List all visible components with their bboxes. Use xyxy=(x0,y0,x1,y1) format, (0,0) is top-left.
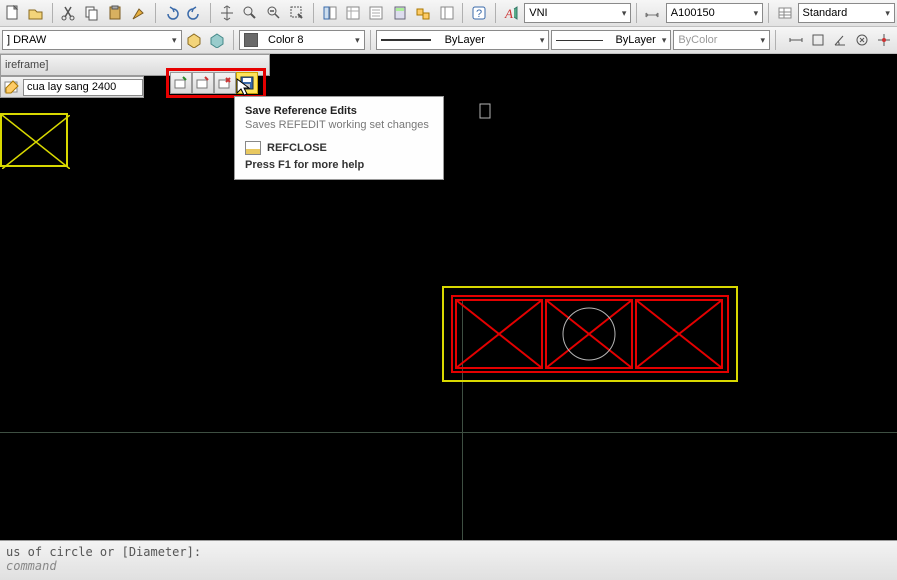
chevron-down-icon: ▾ xyxy=(761,35,766,46)
font-value: VNI xyxy=(529,7,547,19)
chevron-down-icon: ▾ xyxy=(754,8,759,19)
separator xyxy=(313,3,314,23)
plotstyle-dropdown[interactable]: ByColor ▾ xyxy=(673,30,770,50)
separator xyxy=(210,3,211,23)
properties-icon[interactable] xyxy=(319,2,340,24)
color-dropdown[interactable]: Color 8 ▾ xyxy=(239,30,365,50)
help-icon[interactable]: ? xyxy=(468,2,489,24)
refedit-toolbar: cua lay sang 2400 xyxy=(0,76,144,98)
tooltip-subtitle: Saves REFEDIT working set changes xyxy=(245,119,433,131)
layer-states-icon[interactable] xyxy=(207,29,228,51)
table-style-dropdown[interactable]: Standard ▾ xyxy=(798,3,895,23)
zoom-window-icon[interactable] xyxy=(287,2,308,24)
add-to-workset-button[interactable] xyxy=(170,72,192,94)
drawing-block-door[interactable] xyxy=(442,286,738,382)
table-style-value: Standard xyxy=(803,7,848,19)
measure-area-icon[interactable] xyxy=(807,29,829,51)
dimstyle-dropdown[interactable]: A100150 ▾ xyxy=(666,3,763,23)
tool-palettes-icon[interactable] xyxy=(366,2,387,24)
separator xyxy=(370,30,371,50)
chevron-down-icon: ▾ xyxy=(885,8,890,19)
zoom-out-icon[interactable] xyxy=(263,2,284,24)
separator xyxy=(768,3,769,23)
linetype-preview xyxy=(381,39,431,41)
measure-distance-icon[interactable] xyxy=(785,29,807,51)
separator xyxy=(233,30,234,50)
pickbox-cursor xyxy=(478,100,492,124)
lineweight-dropdown[interactable]: ByLayer ▾ xyxy=(551,30,671,50)
main-toolbar: ? A VNI ▾ A100150 ▾ Standard ▾ xyxy=(0,0,897,27)
list-icon[interactable] xyxy=(851,29,873,51)
id-point-icon[interactable] xyxy=(873,29,895,51)
layers-toolbar: ] DRAW ▾ Color 8 ▾ ByLayer ▾ ByLayer ▾ B… xyxy=(0,27,897,54)
tooltip-title: Save Reference Edits xyxy=(245,105,433,117)
redo-icon[interactable] xyxy=(184,2,205,24)
reference-name-field[interactable]: cua lay sang 2400 xyxy=(23,79,143,96)
chevron-down-icon: ▾ xyxy=(172,35,177,46)
linetype-dropdown[interactable]: ByLayer ▾ xyxy=(376,30,550,50)
font-dropdown[interactable]: VNI ▾ xyxy=(524,3,631,23)
sheet-set-icon[interactable] xyxy=(342,2,363,24)
match-icon[interactable] xyxy=(128,2,149,24)
command-prompt: command xyxy=(6,559,891,573)
pan-icon[interactable] xyxy=(216,2,237,24)
dimstyle-value: A100150 xyxy=(671,7,715,19)
color-swatch-icon xyxy=(244,33,258,47)
chevron-down-icon: ▾ xyxy=(662,35,667,46)
layer-prev-icon[interactable] xyxy=(184,29,205,51)
separator xyxy=(636,3,637,23)
tooltip-command-row: REFCLOSE xyxy=(245,141,433,155)
crosshair-horizontal xyxy=(0,432,897,433)
chevron-down-icon: ▾ xyxy=(622,8,627,19)
calc-icon[interactable] xyxy=(389,2,410,24)
color-value: Color 8 xyxy=(268,34,303,46)
view-label: ireframe] xyxy=(1,59,52,71)
command-icon xyxy=(245,141,261,155)
lineweight-preview xyxy=(556,40,603,41)
layer-dropdown[interactable]: ] DRAW ▾ xyxy=(2,30,182,50)
discard-changes-button[interactable] xyxy=(214,72,236,94)
dim-style-icon[interactable] xyxy=(642,2,663,24)
cut-icon[interactable] xyxy=(58,2,79,24)
lineweight-value: ByLayer xyxy=(615,34,655,46)
copy-icon[interactable] xyxy=(81,2,102,24)
new-icon[interactable] xyxy=(2,2,23,24)
drawing-rectangle-small[interactable] xyxy=(0,113,68,167)
table-style-icon[interactable] xyxy=(774,2,795,24)
command-history-line: us of circle or [Diameter]: xyxy=(6,545,891,559)
separator xyxy=(495,3,496,23)
text-style-icon[interactable]: A xyxy=(501,2,522,24)
chevron-down-icon: ▾ xyxy=(540,35,545,46)
reference-name-value: cua lay sang 2400 xyxy=(27,81,116,93)
command-line[interactable]: us of circle or [Diameter]: command xyxy=(0,540,897,580)
separator xyxy=(775,30,776,50)
design-center-icon[interactable] xyxy=(436,2,457,24)
save-reference-edits-button[interactable] xyxy=(236,72,258,94)
open-icon[interactable] xyxy=(25,2,46,24)
edit-reference-icon[interactable] xyxy=(3,78,21,96)
right-tool-group xyxy=(785,29,895,51)
tooltip: Save Reference Edits Saves REFEDIT worki… xyxy=(234,96,444,180)
paste-icon[interactable] xyxy=(105,2,126,24)
remove-from-workset-button[interactable] xyxy=(192,72,214,94)
separator xyxy=(462,3,463,23)
svg-text:A: A xyxy=(504,6,513,21)
plotstyle-value: ByColor xyxy=(678,34,717,46)
linetype-value: ByLayer xyxy=(445,34,485,46)
tooltip-help: Press F1 for more help xyxy=(245,159,433,171)
tooltip-command: REFCLOSE xyxy=(267,142,327,154)
undo-icon[interactable] xyxy=(160,2,181,24)
refedit-buttons xyxy=(170,72,258,94)
zoom-realtime-icon[interactable] xyxy=(240,2,261,24)
chevron-down-icon: ▾ xyxy=(355,35,360,46)
measure-angle-icon[interactable] xyxy=(829,29,851,51)
layer-value: ] DRAW xyxy=(7,34,46,46)
block-icon[interactable] xyxy=(413,2,434,24)
separator xyxy=(52,3,53,23)
svg-text:?: ? xyxy=(476,8,482,20)
separator xyxy=(155,3,156,23)
